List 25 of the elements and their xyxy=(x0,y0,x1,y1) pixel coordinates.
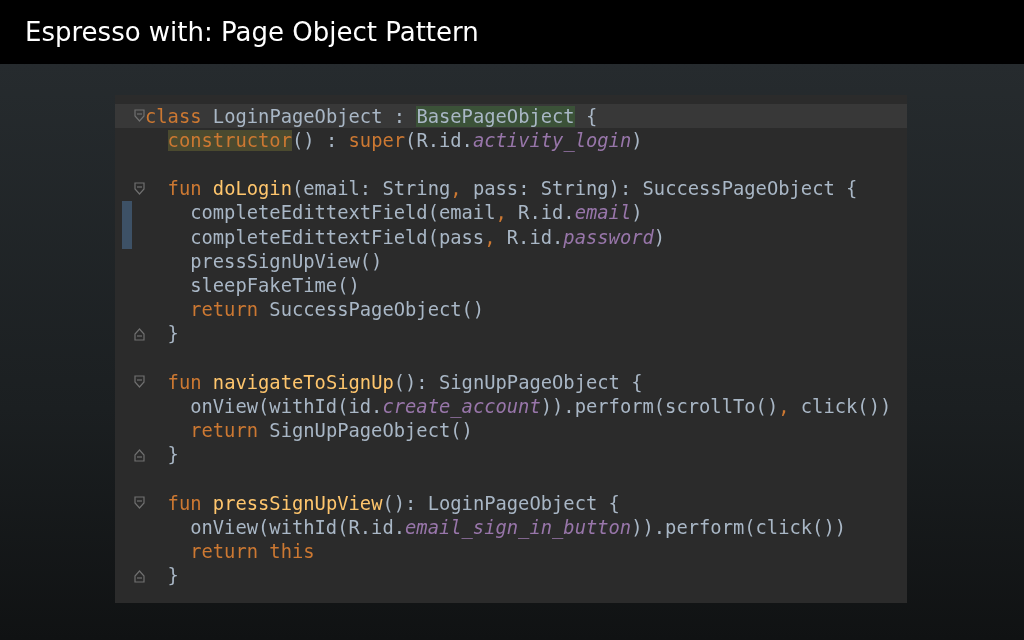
code-line: } xyxy=(166,565,179,587)
fold-icon[interactable] xyxy=(134,447,145,462)
code-line: fun pressSignUpView(): LoginPageObject { xyxy=(166,492,620,514)
code-line: constructor() : super(R.id.activity_login) xyxy=(166,129,643,151)
code-line: onView(withId(id.create_account)).perform(scrollTo(), click()) xyxy=(189,395,892,417)
code-line: onView(withId(R.id.email_sign_in_button)).perform(click()) xyxy=(189,516,847,538)
fold-icon[interactable] xyxy=(134,568,145,583)
code-line: return this xyxy=(189,540,315,562)
code-line: } xyxy=(166,323,179,345)
fold-icon[interactable] xyxy=(134,326,145,341)
code-line: sleepFakeTime() xyxy=(189,274,360,296)
slide-title: Espresso with: Page Object Pattern xyxy=(25,17,479,47)
fold-icon[interactable] xyxy=(134,375,145,390)
code-line: fun doLogin(email: String, pass: String): SuccessPageObject { xyxy=(166,178,858,200)
code-line: pressSignUpView() xyxy=(189,250,383,272)
fold-icon[interactable] xyxy=(134,496,145,511)
code-line: fun navigateToSignUp(): SignUpPageObject { xyxy=(166,371,643,393)
code-line: return SuccessPageObject() xyxy=(189,299,485,321)
code-line: return SignUpPageObject() xyxy=(189,420,473,442)
fold-icon[interactable] xyxy=(134,109,145,124)
code-line: completeEdittextField(email, R.id.email) xyxy=(189,202,643,224)
code-line: completeEdittextField(pass, R.id.password) xyxy=(189,226,666,248)
code-line: } xyxy=(166,444,179,466)
fold-icon[interactable] xyxy=(134,181,145,196)
code-line: class LoginPageObject : BasePageObject { xyxy=(145,105,598,127)
